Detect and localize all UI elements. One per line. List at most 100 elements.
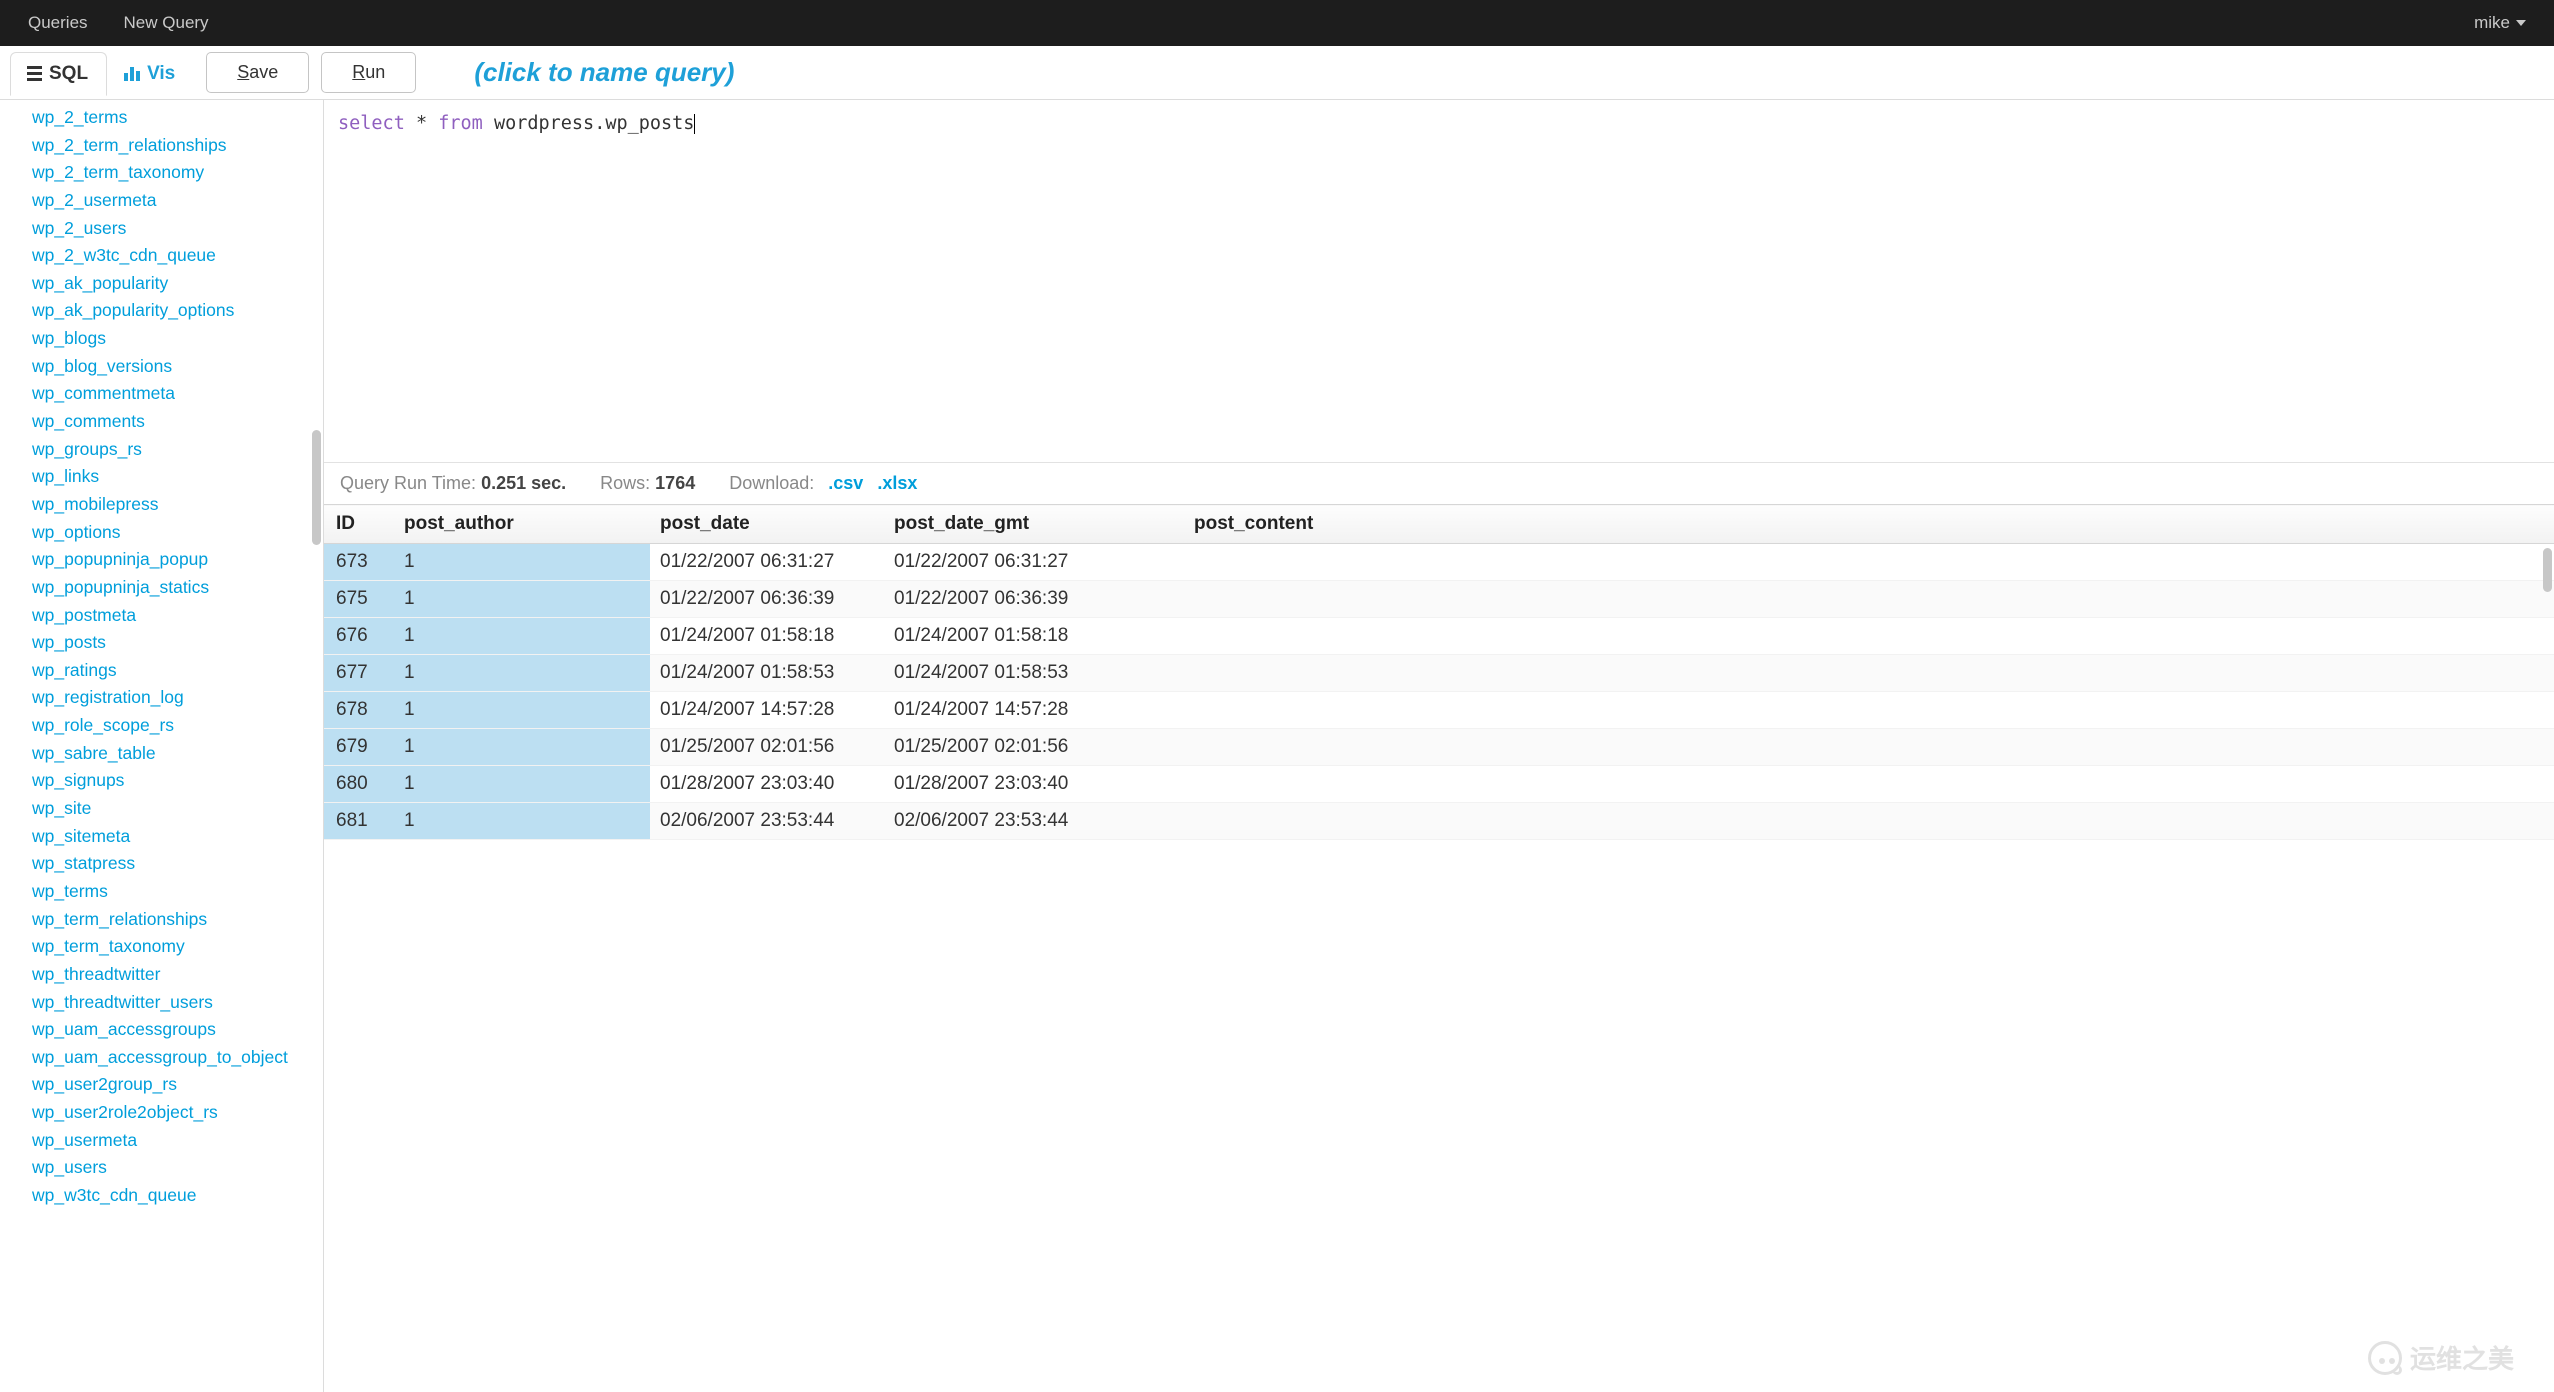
cell-id[interactable]: 681 [324, 803, 394, 840]
table-row[interactable]: 677101/24/2007 01:58:5301/24/2007 01:58:… [324, 655, 2554, 692]
col-post-date-gmt[interactable]: post_date_gmt [884, 505, 1184, 544]
cell-id[interactable]: 676 [324, 618, 394, 655]
cell-author[interactable]: 1 [394, 581, 650, 618]
table-row[interactable]: 676101/24/2007 01:58:1801/24/2007 01:58:… [324, 618, 2554, 655]
table-link[interactable]: wp_user2role2object_rs [32, 1099, 323, 1127]
table-link[interactable]: wp_comments [32, 408, 323, 436]
cell-content[interactable] [1184, 618, 2554, 655]
table-link[interactable]: wp_2_terms [32, 104, 323, 132]
cell-author[interactable]: 1 [394, 803, 650, 840]
table-link[interactable]: wp_registration_log [32, 684, 323, 712]
table-link[interactable]: wp_2_users [32, 215, 323, 243]
table-link[interactable]: wp_postmeta [32, 602, 323, 630]
table-link[interactable]: wp_sabre_table [32, 740, 323, 768]
table-link[interactable]: wp_w3tc_cdn_queue [32, 1182, 323, 1210]
tables-sidebar[interactable]: wp_2_termswp_2_term_relationshipswp_2_te… [0, 100, 324, 1392]
table-link[interactable]: wp_users [32, 1154, 323, 1182]
table-link[interactable]: wp_popupninja_statics [32, 574, 323, 602]
table-link[interactable]: wp_commentmeta [32, 380, 323, 408]
table-link[interactable]: wp_sitemeta [32, 823, 323, 851]
table-link[interactable]: wp_term_taxonomy [32, 933, 323, 961]
run-button[interactable]: Run [321, 52, 416, 93]
col-id[interactable]: ID [324, 505, 394, 544]
cell-date[interactable]: 01/22/2007 06:31:27 [650, 544, 884, 581]
table-row[interactable]: 675101/22/2007 06:36:3901/22/2007 06:36:… [324, 581, 2554, 618]
cell-date[interactable]: 02/06/2007 23:53:44 [650, 803, 884, 840]
cell-date[interactable]: 01/28/2007 23:03:40 [650, 766, 884, 803]
cell-content[interactable] [1184, 581, 2554, 618]
cell-content[interactable] [1184, 544, 2554, 581]
table-row[interactable]: 681102/06/2007 23:53:4402/06/2007 23:53:… [324, 803, 2554, 840]
nav-link-new-query[interactable]: New Query [124, 13, 209, 33]
table-link[interactable]: wp_blog_versions [32, 353, 323, 381]
results-panel[interactable]: ID post_author post_date post_date_gmt p… [324, 504, 2554, 1392]
table-link[interactable]: wp_mobilepress [32, 491, 323, 519]
cell-date-gmt[interactable]: 01/24/2007 01:58:53 [884, 655, 1184, 692]
cell-date-gmt[interactable]: 01/22/2007 06:31:27 [884, 544, 1184, 581]
table-link[interactable]: wp_threadtwitter [32, 961, 323, 989]
cell-date[interactable]: 01/25/2007 02:01:56 [650, 729, 884, 766]
tab-sql[interactable]: SQL [10, 52, 107, 96]
cell-date-gmt[interactable]: 01/25/2007 02:01:56 [884, 729, 1184, 766]
col-post-author[interactable]: post_author [394, 505, 650, 544]
table-link[interactable]: wp_statpress [32, 850, 323, 878]
table-link[interactable]: wp_posts [32, 629, 323, 657]
table-link[interactable]: wp_term_relationships [32, 906, 323, 934]
table-link[interactable]: wp_blogs [32, 325, 323, 353]
table-link[interactable]: wp_2_term_relationships [32, 132, 323, 160]
table-link[interactable]: wp_ak_popularity [32, 270, 323, 298]
cell-id[interactable]: 678 [324, 692, 394, 729]
table-link[interactable]: wp_user2group_rs [32, 1071, 323, 1099]
cell-date-gmt[interactable]: 01/28/2007 23:03:40 [884, 766, 1184, 803]
cell-id[interactable]: 675 [324, 581, 394, 618]
table-link[interactable]: wp_uam_accessgroup_to_object [32, 1044, 323, 1072]
cell-author[interactable]: 1 [394, 544, 650, 581]
cell-author[interactable]: 1 [394, 655, 650, 692]
cell-content[interactable] [1184, 766, 2554, 803]
table-row[interactable]: 678101/24/2007 14:57:2801/24/2007 14:57:… [324, 692, 2554, 729]
cell-author[interactable]: 1 [394, 618, 650, 655]
table-row[interactable]: 673101/22/2007 06:31:2701/22/2007 06:31:… [324, 544, 2554, 581]
download-xlsx-link[interactable]: .xlsx [877, 473, 917, 494]
table-link[interactable]: wp_site [32, 795, 323, 823]
table-link[interactable]: wp_role_scope_rs [32, 712, 323, 740]
table-link[interactable]: wp_signups [32, 767, 323, 795]
save-button[interactable]: Save [206, 52, 309, 93]
sql-editor[interactable]: select * from wordpress.wp_posts [324, 100, 2554, 462]
cell-content[interactable] [1184, 692, 2554, 729]
cell-content[interactable] [1184, 729, 2554, 766]
tab-vis[interactable]: Vis [107, 52, 194, 96]
table-link[interactable]: wp_2_term_taxonomy [32, 159, 323, 187]
col-post-date[interactable]: post_date [650, 505, 884, 544]
table-link[interactable]: wp_options [32, 519, 323, 547]
table-link[interactable]: wp_links [32, 463, 323, 491]
col-post-content[interactable]: post_content [1184, 505, 2554, 544]
table-link[interactable]: wp_threadtwitter_users [32, 989, 323, 1017]
table-link[interactable]: wp_2_w3tc_cdn_queue [32, 242, 323, 270]
nav-link-queries[interactable]: Queries [28, 13, 88, 33]
query-name-input[interactable]: (click to name query) [474, 57, 734, 88]
cell-date[interactable]: 01/24/2007 01:58:18 [650, 618, 884, 655]
cell-id[interactable]: 677 [324, 655, 394, 692]
cell-id[interactable]: 680 [324, 766, 394, 803]
cell-date[interactable]: 01/24/2007 01:58:53 [650, 655, 884, 692]
cell-content[interactable] [1184, 803, 2554, 840]
table-row[interactable]: 679101/25/2007 02:01:5601/25/2007 02:01:… [324, 729, 2554, 766]
cell-date-gmt[interactable]: 01/24/2007 01:58:18 [884, 618, 1184, 655]
cell-id[interactable]: 679 [324, 729, 394, 766]
cell-date-gmt[interactable]: 01/22/2007 06:36:39 [884, 581, 1184, 618]
cell-date[interactable]: 01/24/2007 14:57:28 [650, 692, 884, 729]
cell-date[interactable]: 01/22/2007 06:36:39 [650, 581, 884, 618]
cell-author[interactable]: 1 [394, 692, 650, 729]
table-link[interactable]: wp_groups_rs [32, 436, 323, 464]
table-link[interactable]: wp_ratings [32, 657, 323, 685]
table-link[interactable]: wp_uam_accessgroups [32, 1016, 323, 1044]
cell-date-gmt[interactable]: 01/24/2007 14:57:28 [884, 692, 1184, 729]
sidebar-scrollbar-thumb[interactable] [312, 430, 321, 545]
table-row[interactable]: 680101/28/2007 23:03:4001/28/2007 23:03:… [324, 766, 2554, 803]
cell-id[interactable]: 673 [324, 544, 394, 581]
table-link[interactable]: wp_2_usermeta [32, 187, 323, 215]
table-link[interactable]: wp_usermeta [32, 1127, 323, 1155]
cell-author[interactable]: 1 [394, 729, 650, 766]
table-link[interactable]: wp_ak_popularity_options [32, 297, 323, 325]
